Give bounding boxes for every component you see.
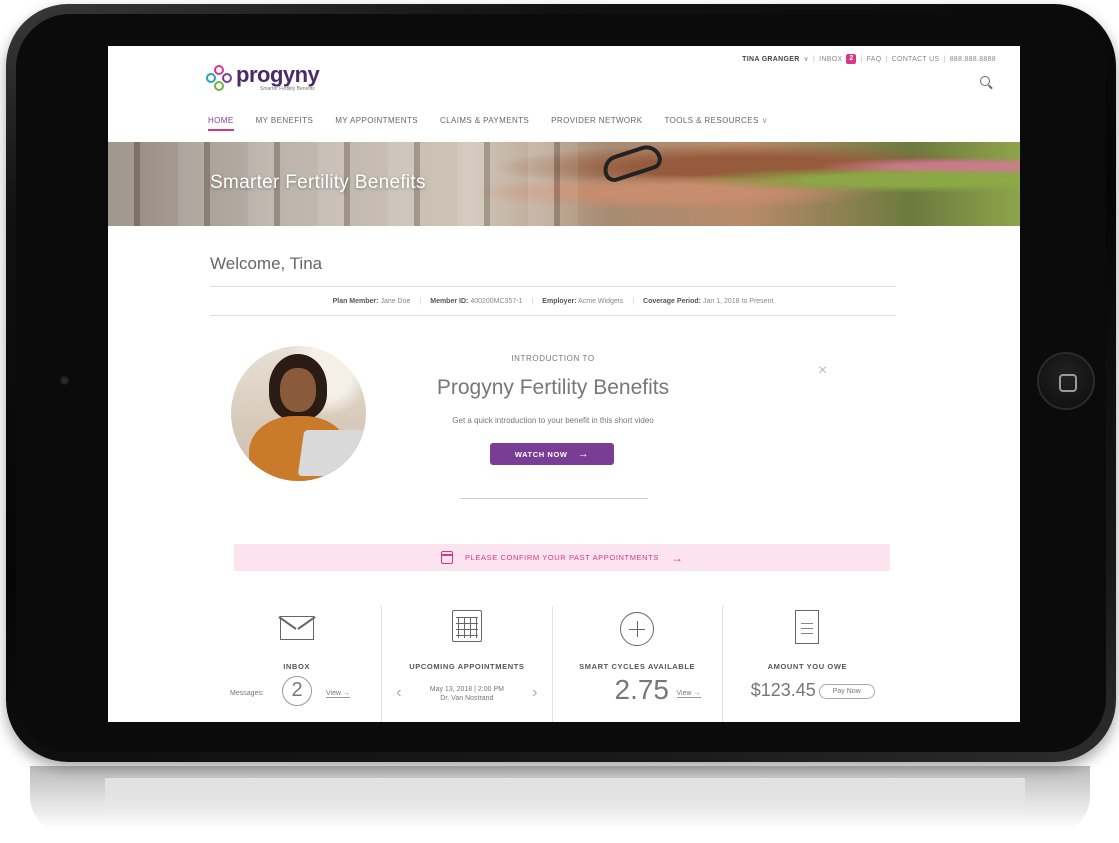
- appointments-tile: UPCOMING APPOINTMENTS ‹ May 13, 2018 | 2…: [382, 606, 553, 722]
- logo[interactable]: progyny Smarter Fertility Benefits: [206, 62, 320, 92]
- faq-link[interactable]: FAQ: [867, 56, 882, 63]
- divider: |: [860, 55, 863, 63]
- divider: |: [885, 55, 888, 63]
- amount-owed-value: $123.45: [750, 680, 816, 700]
- logo-wordmark: progyny: [236, 62, 320, 87]
- divider: [460, 498, 648, 499]
- nav-my-appointments[interactable]: MY APPOINTMENTS: [335, 116, 418, 131]
- home-square-icon: [1059, 374, 1077, 392]
- user-menu[interactable]: TINA GRANGER: [742, 56, 799, 63]
- plan-member: Plan Member: Jane Doe: [333, 298, 411, 305]
- view-inbox-link[interactable]: View →: [326, 690, 350, 698]
- amount-owed-tile: AMOUNT YOU OWE $123.45 Pay Now: [723, 606, 892, 722]
- screen-reflection: [105, 778, 1025, 818]
- camera-icon: [60, 376, 69, 385]
- logo-tagline: Smarter Fertility Benefits: [260, 86, 315, 92]
- inbox-link[interactable]: INBOX: [819, 56, 842, 63]
- intro-title: Progyny Fertility Benefits: [436, 376, 670, 399]
- employer-label: Employer:: [542, 297, 577, 305]
- hero-banner: Smarter Fertility Benefits: [108, 141, 1020, 226]
- page-title: Welcome, Tina: [210, 254, 323, 273]
- close-icon[interactable]: ×: [818, 362, 827, 380]
- appointments-tile-title: UPCOMING APPOINTMENTS: [409, 662, 525, 671]
- confirm-appointments-text: PLEASE CONFIRM YOUR PAST APPOINTMENTS: [465, 553, 659, 562]
- watch-now-button[interactable]: WATCH NOW →: [490, 443, 614, 465]
- screen: TINA GRANGER ∨ | INBOX 2 | FAQ | CONTACT…: [108, 46, 1020, 722]
- intro-video-thumbnail[interactable]: [231, 346, 366, 481]
- plan-member-value: Jane Doe: [380, 297, 411, 305]
- utility-bar: TINA GRANGER ∨ | INBOX 2 | FAQ | CONTACT…: [742, 54, 996, 64]
- home-button[interactable]: [1037, 352, 1095, 410]
- coverage-value: Jan 1, 2018 to Present: [702, 297, 774, 305]
- pay-now-button[interactable]: Pay Now: [818, 684, 875, 699]
- calendar-icon: [441, 551, 454, 564]
- divider: |: [632, 297, 635, 305]
- view-cycles-link[interactable]: View →: [676, 690, 701, 698]
- intro-kicker: INTRODUCTION TO: [511, 354, 595, 363]
- employer: Employer: Acme Widgets: [542, 298, 623, 305]
- arrow-right-icon: →: [577, 448, 590, 460]
- inbox-tile: INBOX Messages: 2 View →: [212, 606, 383, 722]
- hero-title: Smarter Fertility Benefits: [210, 172, 426, 193]
- nav-tools-resources[interactable]: TOOLS & RESOURCES ∨: [664, 116, 768, 131]
- dashboard-tiles: INBOX Messages: 2 View → UPCOMING APPOIN…: [212, 606, 892, 722]
- divider: |: [813, 55, 816, 63]
- arrow-right-icon: →: [670, 550, 683, 565]
- member-id: Member ID: 400200MC357-1: [430, 298, 522, 305]
- logo-mark-icon: [206, 65, 232, 91]
- cycles-value: 2.75: [614, 674, 670, 705]
- coverage-period: Coverage Period: Jan 1, 2018 to Present: [643, 298, 773, 305]
- member-id-label: Member ID:: [430, 297, 469, 305]
- divider: |: [531, 297, 534, 305]
- nav-tools-label: TOOLS & RESOURCES: [664, 116, 759, 125]
- message-count: 2: [282, 676, 312, 706]
- nav-provider-network[interactable]: PROVIDER NETWORK: [551, 116, 642, 131]
- plus-circle-icon: [620, 612, 655, 646]
- messages-label: Messages:: [230, 690, 264, 697]
- inbox-tile-title: INBOX: [283, 662, 310, 671]
- inbox-badge[interactable]: 2: [846, 54, 857, 64]
- member-id-value: 400200MC357-1: [470, 297, 523, 305]
- main-nav: HOME MY BENEFITS MY APPOINTMENTS CLAIMS …: [208, 116, 768, 131]
- invoice-icon: [795, 610, 820, 644]
- employer-value: Acme Widgets: [578, 297, 624, 305]
- intro-description: Get a quick introduction to your benefit…: [452, 416, 654, 425]
- nav-my-benefits[interactable]: MY BENEFITS: [256, 116, 314, 131]
- nav-home[interactable]: HOME: [208, 116, 234, 131]
- appointment-date: May 13, 2018 | 2:00 PM: [429, 686, 504, 693]
- cycles-tile: SMART CYCLES AVAILABLE 2.75 View →: [553, 606, 723, 722]
- envelope-icon: [279, 616, 314, 640]
- hero-photo-sunglasses: [599, 141, 665, 185]
- divider: |: [943, 55, 946, 63]
- watch-now-label: WATCH NOW: [514, 449, 568, 459]
- plan-member-label: Plan Member:: [332, 297, 379, 305]
- appointment-doctor: Dr. Van Nostrand: [440, 695, 494, 702]
- divider: |: [419, 297, 422, 305]
- chevron-right-icon[interactable]: ›: [532, 684, 537, 702]
- coverage-label: Coverage Period:: [643, 297, 702, 305]
- calendar-icon: [451, 610, 482, 642]
- cycles-tile-title: SMART CYCLES AVAILABLE: [579, 662, 696, 671]
- device-stage: TINA GRANGER ∨ | INBOX 2 | FAQ | CONTACT…: [0, 0, 1119, 843]
- amount-owed-title: AMOUNT YOU OWE: [767, 662, 848, 671]
- chevron-down-icon[interactable]: ∨: [804, 55, 809, 63]
- search-icon[interactable]: [980, 76, 990, 86]
- member-info-bar: Plan Member: Jane Doe | Member ID: 40020…: [210, 286, 896, 316]
- confirm-appointments-banner[interactable]: PLEASE CONFIRM YOUR PAST APPOINTMENTS →: [234, 544, 890, 571]
- chevron-down-icon: ∨: [761, 116, 768, 125]
- contact-link[interactable]: CONTACT US: [892, 56, 940, 63]
- phone-number[interactable]: 888.888.8888: [950, 56, 996, 63]
- nav-claims-payments[interactable]: CLAIMS & PAYMENTS: [440, 116, 529, 131]
